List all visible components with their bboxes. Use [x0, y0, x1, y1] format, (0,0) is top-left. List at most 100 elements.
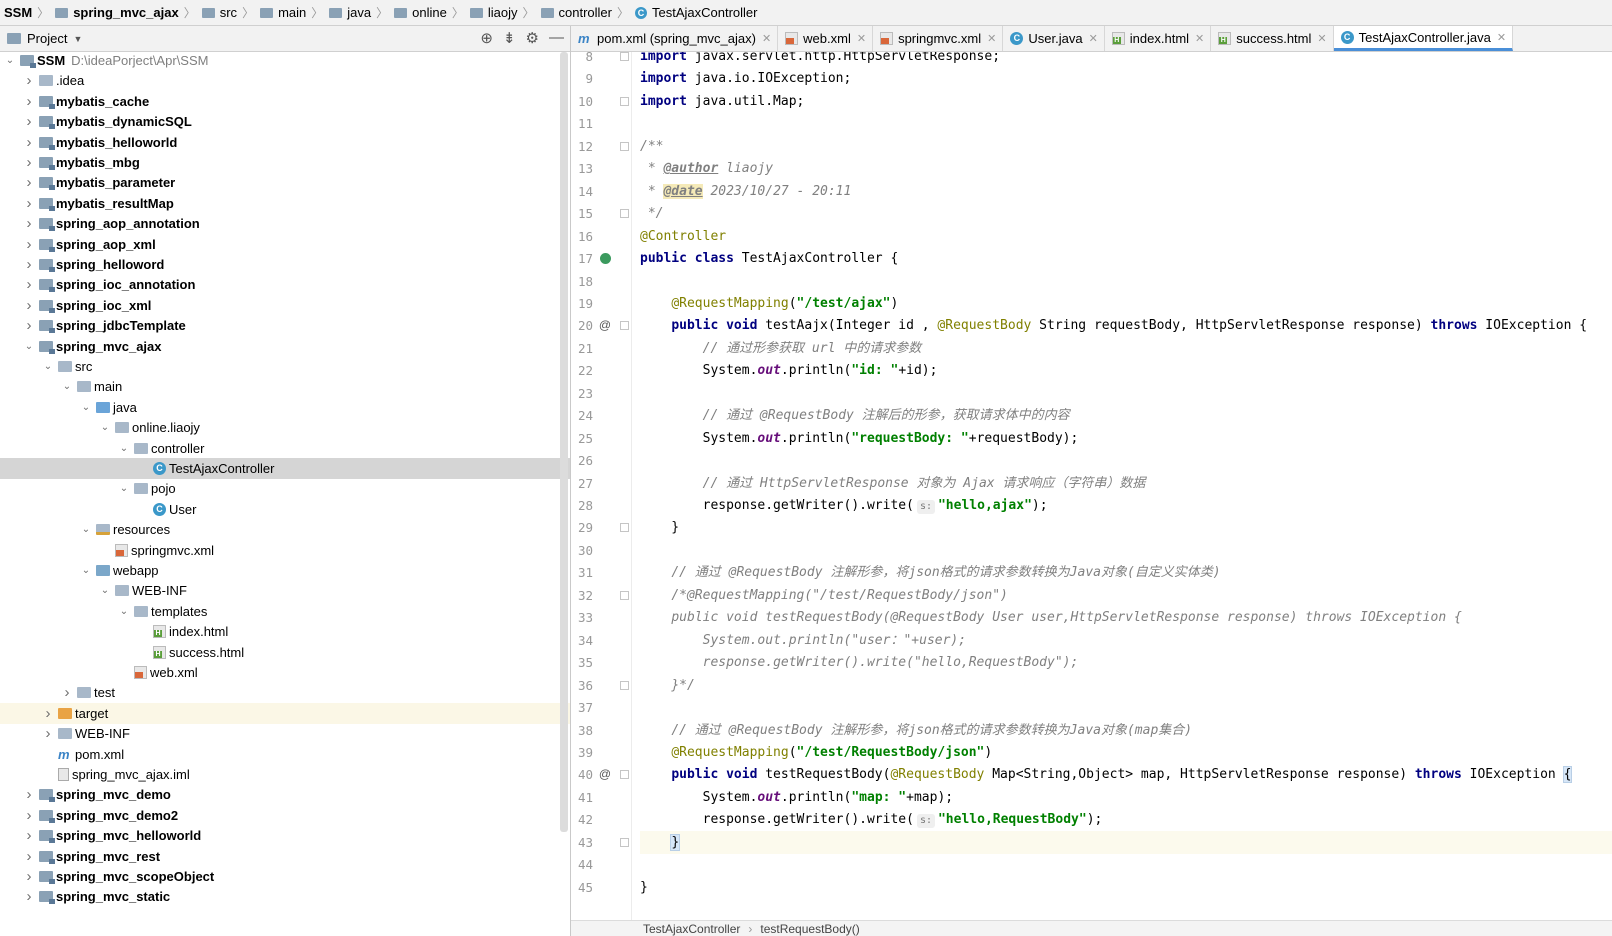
- collapse-arrow-icon[interactable]: ›: [23, 888, 35, 905]
- collapse-arrow-icon[interactable]: ›: [23, 848, 35, 865]
- spring-bean-icon[interactable]: [600, 253, 611, 265]
- breadcrumb-item[interactable]: java: [325, 5, 374, 20]
- close-icon[interactable]: ✕: [762, 32, 771, 45]
- expand-arrow-icon[interactable]: ⌄: [99, 585, 111, 596]
- code-editor[interactable]: import javax.servlet.http.HttpServletRes…: [640, 52, 1612, 920]
- code-line[interactable]: }: [640, 876, 648, 899]
- tree-item[interactable]: ⌄ webapp: [0, 560, 570, 581]
- collapse-all-icon[interactable]: ⇟: [503, 29, 516, 47]
- breadcrumb-item[interactable]: liaojy: [466, 5, 521, 20]
- project-panel-title[interactable]: Project: [27, 31, 67, 46]
- tree-item[interactable]: index.html: [0, 621, 570, 642]
- code-line[interactable]: public void testRequestBody(@RequestBody…: [640, 606, 1462, 629]
- tree-item[interactable]: C User: [0, 499, 570, 520]
- close-icon[interactable]: ✕: [1497, 31, 1506, 44]
- breadcrumb-item[interactable]: online: [390, 5, 450, 20]
- editor-tab[interactable]: index.html ✕: [1105, 26, 1212, 51]
- collapse-arrow-icon[interactable]: ›: [23, 72, 35, 89]
- fold-marker-icon[interactable]: [620, 590, 629, 600]
- code-line[interactable]: @Controller: [640, 225, 726, 248]
- breadcrumb-item[interactable]: C TestAjaxController: [631, 5, 761, 20]
- collapse-arrow-icon[interactable]: ›: [23, 868, 35, 885]
- tree-item[interactable]: ⌄ resources: [0, 519, 570, 540]
- editor-tab[interactable]: web.xml ✕: [778, 26, 874, 51]
- expand-arrow-icon[interactable]: ⌄: [80, 402, 92, 413]
- tree-item[interactable]: › spring_mvc_scopeObject: [0, 866, 570, 887]
- collapse-arrow-icon[interactable]: ›: [23, 113, 35, 130]
- fold-marker-icon[interactable]: [620, 96, 629, 106]
- code-line[interactable]: System.out.println("requestBody: "+reque…: [640, 427, 1079, 450]
- collapse-arrow-icon[interactable]: ›: [42, 725, 54, 742]
- collapse-arrow-icon[interactable]: ›: [61, 684, 73, 701]
- tree-item[interactable]: › spring_aop_annotation: [0, 213, 570, 234]
- fold-marker-icon[interactable]: [620, 141, 629, 151]
- close-icon[interactable]: ✕: [987, 32, 996, 45]
- collapse-arrow-icon[interactable]: ›: [42, 705, 54, 722]
- code-line[interactable]: response.getWriter().write(s: "hello,ajax…: [640, 494, 1048, 517]
- fold-marker-icon[interactable]: [620, 680, 629, 690]
- code-line[interactable]: response.getWriter().write("hello,Reques…: [640, 651, 1079, 674]
- code-line[interactable]: System.out.println("user："+user);: [640, 629, 966, 652]
- minimize-icon[interactable]: —: [549, 29, 564, 47]
- collapse-arrow-icon[interactable]: ›: [23, 195, 35, 212]
- collapse-arrow-icon[interactable]: ›: [23, 154, 35, 171]
- code-line[interactable]: */: [640, 202, 664, 225]
- tree-item[interactable]: ⌄ spring_mvc_ajax: [0, 336, 570, 357]
- tree-item[interactable]: web.xml: [0, 662, 570, 683]
- code-line[interactable]: // 通过形参获取 url 中的请求参数: [640, 337, 922, 360]
- tree-item[interactable]: ⌄ main: [0, 376, 570, 397]
- tree-item[interactable]: ⌄ SSM D:\ideaPorject\Apr\SSM: [0, 52, 570, 71]
- tree-item[interactable]: C TestAjaxController: [0, 458, 570, 479]
- collapse-arrow-icon[interactable]: ›: [23, 174, 35, 191]
- tree-item[interactable]: ⌄ online.liaojy: [0, 417, 570, 438]
- breadcrumb-item[interactable]: main: [256, 5, 309, 20]
- code-line[interactable]: // 通过 HttpServletResponse 对象为 Ajax 请求响应（…: [640, 472, 1146, 495]
- tree-item[interactable]: › mybatis_mbg: [0, 152, 570, 173]
- expand-arrow-icon[interactable]: ⌄: [99, 422, 111, 433]
- code-line[interactable]: public class TestAjaxController {: [640, 247, 898, 270]
- code-line[interactable]: response.getWriter().write(s: "hello,Requ…: [640, 808, 1102, 831]
- close-icon[interactable]: ✕: [857, 32, 866, 45]
- tree-item[interactable]: ⌄ pojo: [0, 478, 570, 499]
- tree-item[interactable]: ⌄ java: [0, 397, 570, 418]
- chevron-down-icon[interactable]: ▼: [73, 34, 82, 44]
- code-line[interactable]: @RequestMapping("/test/RequestBody/json"…: [640, 741, 992, 764]
- code-line[interactable]: * @author liaojy: [640, 157, 773, 180]
- expand-arrow-icon[interactable]: ⌄: [42, 361, 54, 372]
- gear-icon[interactable]: ⚙: [526, 29, 539, 47]
- tree-item[interactable]: success.html: [0, 642, 570, 663]
- tree-item[interactable]: › spring_ioc_xml: [0, 295, 570, 316]
- editor-tab[interactable]: C User.java ✕: [1003, 26, 1105, 51]
- code-line[interactable]: // 通过 @RequestBody 注解形参，将json格式的请求参数转换为J…: [640, 561, 1220, 584]
- fold-marker-icon[interactable]: [620, 523, 629, 533]
- close-icon[interactable]: ✕: [1317, 32, 1326, 45]
- tree-item[interactable]: › test: [0, 682, 570, 703]
- locate-icon[interactable]: ⊕: [480, 29, 493, 47]
- collapse-arrow-icon[interactable]: ›: [23, 134, 35, 151]
- code-line[interactable]: * @date 2023/10/27 - 20:11: [640, 180, 851, 203]
- tree-item[interactable]: ⌄ src: [0, 356, 570, 377]
- status-breadcrumb-item[interactable]: TestAjaxController: [643, 922, 740, 936]
- editor-tab[interactable]: C TestAjaxController.java ✕: [1333, 26, 1514, 51]
- tree-item[interactable]: spring_mvc_ajax.iml: [0, 764, 570, 785]
- expand-arrow-icon[interactable]: ⌄: [80, 565, 92, 576]
- expand-arrow-icon[interactable]: ⌄: [118, 606, 130, 617]
- code-line[interactable]: import java.util.Map;: [640, 90, 804, 113]
- editor-gutter[interactable]: 8 9 10 11 12 13 14 15 16 17 18 19 20 @21 22 23 24 25 26 27 2…: [571, 49, 631, 920]
- tree-item[interactable]: › spring_mvc_demo: [0, 784, 570, 805]
- tree-item[interactable]: › spring_mvc_static: [0, 886, 570, 907]
- tree-item[interactable]: › target: [0, 702, 570, 724]
- code-line[interactable]: public void testRequestBody(@RequestBody…: [640, 763, 1573, 786]
- tree-item[interactable]: › spring_mvc_helloworld: [0, 825, 570, 846]
- code-line[interactable]: // 通过 @RequestBody 注解后的形参，获取请求体中的内容: [640, 404, 1070, 427]
- tree-item[interactable]: › mybatis_parameter: [0, 172, 570, 193]
- code-line[interactable]: import java.io.IOException;: [640, 67, 851, 90]
- code-line[interactable]: System.out.println("map: "+map);: [640, 786, 954, 809]
- tree-item[interactable]: › spring_ioc_annotation: [0, 274, 570, 295]
- fold-marker-icon[interactable]: [620, 837, 629, 847]
- override-marker-icon[interactable]: @: [598, 314, 612, 337]
- collapse-arrow-icon[interactable]: ›: [23, 276, 35, 293]
- tree-item[interactable]: › spring_mvc_rest: [0, 846, 570, 867]
- collapse-arrow-icon[interactable]: ›: [23, 256, 35, 273]
- code-line[interactable]: /**: [640, 135, 663, 158]
